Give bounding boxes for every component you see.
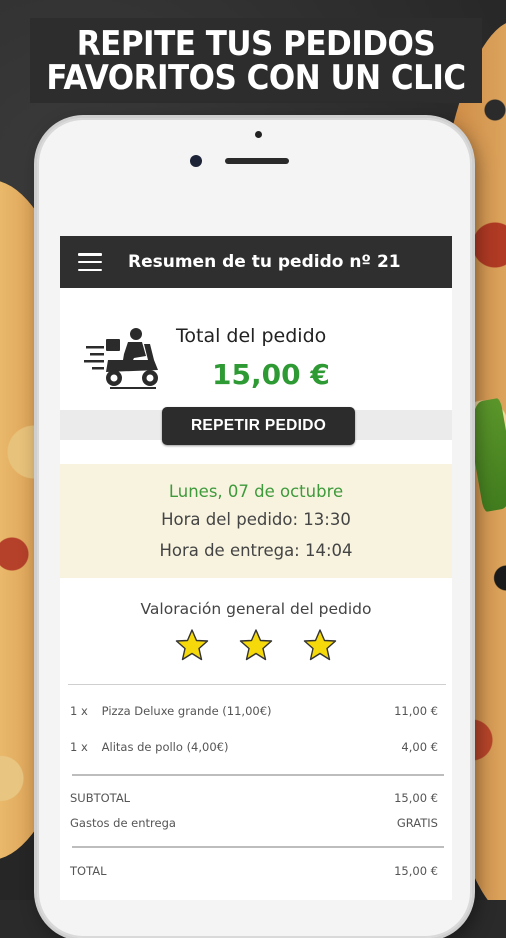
item-qty: 1 x <box>70 704 88 718</box>
delivery-fee-value: GRATIS <box>396 816 438 830</box>
delivery-fee-row: Gastos de entrega GRATIS <box>70 816 438 830</box>
delivery-fee-label: Gastos de entrega <box>70 816 176 830</box>
repeat-order-button[interactable]: REPETIR PEDIDO <box>162 407 355 445</box>
app-bar-title: Resumen de tu pedido nº 21 <box>128 252 401 272</box>
sensor-dot <box>255 131 262 138</box>
divider <box>68 684 446 685</box>
item-price: 4,00 € <box>401 740 438 754</box>
list-item: 1 x Pizza Deluxe grande (11,00€) 11,00 € <box>70 704 438 718</box>
order-total-amount: 15,00 € <box>212 358 330 391</box>
order-time: Hora del pedido: 13:30 <box>161 510 351 529</box>
hamburger-icon[interactable] <box>78 253 102 271</box>
item-price: 11,00 € <box>394 704 438 718</box>
rating-stars <box>60 628 452 662</box>
total-label: TOTAL <box>70 864 107 878</box>
delivery-time: Hora de entrega: 14:04 <box>159 541 353 560</box>
divider <box>72 846 444 848</box>
total-value: 15,00 € <box>394 864 438 878</box>
divider <box>72 774 444 776</box>
app-screen: Resumen de tu pedido nº 21 Total del ped… <box>60 236 452 900</box>
total-row: TOTAL 15,00 € <box>70 864 438 878</box>
scooter-icon <box>84 328 158 389</box>
item-name: Alitas de pollo (4,00€) <box>101 740 229 754</box>
item-qty: 1 x <box>70 740 88 754</box>
earpiece-speaker <box>225 158 289 164</box>
item-name: Pizza Deluxe grande (11,00€) <box>101 704 272 718</box>
list-item: 1 x Alitas de pollo (4,00€) 4,00 € <box>70 740 438 754</box>
star-icon[interactable] <box>303 628 337 662</box>
rating-title: Valoración general del pedido <box>140 600 372 618</box>
headline-line-2: FAVORITOS CON UN CLIC <box>46 58 466 97</box>
app-bar: Resumen de tu pedido nº 21 <box>60 236 452 288</box>
order-date-section: Lunes, 07 de octubre Hora del pedido: 13… <box>60 464 452 578</box>
front-camera <box>190 155 202 167</box>
star-icon[interactable] <box>239 628 273 662</box>
subtotal-row: SUBTOTAL 15,00 € <box>70 791 438 805</box>
star-icon[interactable] <box>175 628 209 662</box>
subtotal-value: 15,00 € <box>394 791 438 805</box>
order-date: Lunes, 07 de octubre <box>168 482 344 501</box>
promo-headline: REPITE TUS PEDIDOS FAVORITOS CON UN CLIC <box>30 18 482 103</box>
subtotal-label: SUBTOTAL <box>70 791 131 805</box>
order-total-section: Total del pedido 15,00 € <box>60 288 452 410</box>
order-total-label: Total del pedido <box>176 325 327 347</box>
headline-line-1: REPITE TUS PEDIDOS <box>76 24 436 63</box>
